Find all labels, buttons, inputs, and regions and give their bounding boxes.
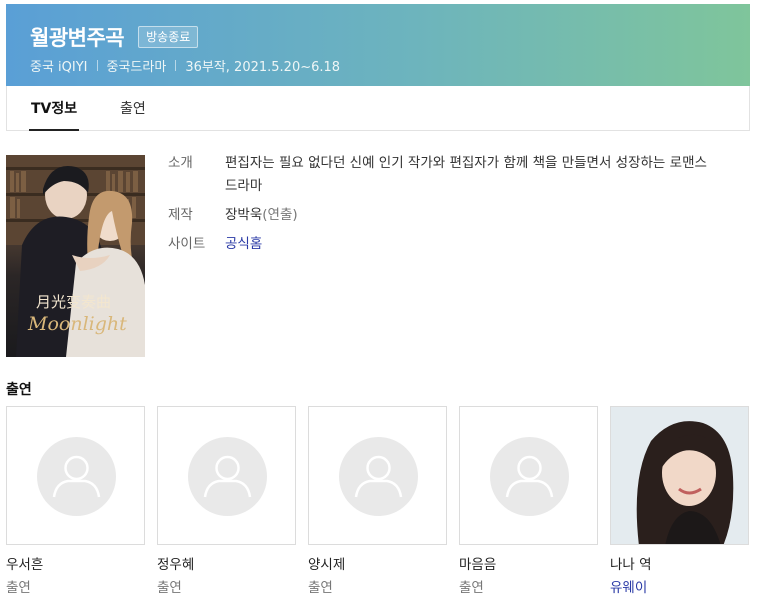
actress-portrait [611,407,748,544]
synopsis-text: 편집자는 필요 없다던 신예 인기 작가와 편집자가 함께 책을 만들면서 성장… [225,155,707,194]
title-row: 월광변주곡 방송종료 [30,22,199,52]
production-label: 제작 [168,207,193,223]
meta-genre: 중국드라마 [106,60,167,75]
tab-bar: TV정보 출연 [6,86,750,131]
production-name[interactable]: 장박욱 [225,207,262,223]
program-title: 월광변주곡 [30,26,125,50]
poster-illustration: 月光变奏曲 Moonlight [6,155,145,357]
info-site: 사이트 공식홈 [168,233,728,256]
cast-card[interactable]: 양시제 출연 [308,406,447,597]
cast-name[interactable]: 마음음 [459,557,598,574]
person-silhouette-icon [490,437,569,516]
person-silhouette-icon [37,437,116,516]
cast-name[interactable]: 양시제 [308,557,447,574]
tab-cast[interactable]: 출연 [120,86,146,130]
meta-channel: 중국 iQIYI [30,60,88,75]
avatar-placeholder[interactable] [6,406,145,545]
poster-image[interactable]: 月光变奏曲 Moonlight [6,155,145,357]
synopsis-label: 소개 [168,155,193,171]
meta-divider [96,60,98,71]
info-synopsis: 소개 편집자는 필요 없다던 신예 인기 작가와 편집자가 함께 책을 만들면서… [168,152,728,198]
avatar-placeholder[interactable] [157,406,296,545]
meta-episodes-dates: 36부작, 2021.5.20~6.18 [185,60,341,75]
meta-divider [175,60,177,71]
person-silhouette-icon [339,437,418,516]
avatar-placeholder[interactable] [459,406,598,545]
cast-card[interactable]: 우서흔 출연 [6,406,145,597]
cast-role: 출연 [157,580,182,596]
official-site-link[interactable]: 공식홈 [225,233,715,256]
program-meta: 중국 iQIYI 중국드라마 36부작, 2021.5.20~6.18 [30,56,340,75]
cast-photo[interactable] [610,406,749,545]
program-info: 소개 편집자는 필요 없다던 신예 인기 작가와 편집자가 함께 책을 만들면서… [168,152,728,262]
cast-name[interactable]: 정우혜 [157,557,296,574]
cast-name[interactable]: 우서흔 [6,557,145,574]
cast-role: 출연 [6,580,31,596]
cast-card[interactable]: 마음음 출연 [459,406,598,597]
poster-title-cn: 月光变奏曲 [36,293,111,311]
status-badge: 방송종료 [138,26,199,48]
cast-name[interactable]: 나나 역 [610,557,749,574]
production-role: (연출) [262,207,298,223]
production-value: 장박욱(연출) [225,204,715,227]
cast-card[interactable]: 나나 역 유웨이 [610,406,749,597]
cast-heading: 출연 [6,382,32,398]
program-header: 월광변주곡 방송종료 중국 iQIYI 중국드라마 36부작, 2021.5.2… [6,4,750,86]
tab-tv-info[interactable]: TV정보 [28,86,80,131]
cast-role: 출연 [308,580,333,596]
site-label: 사이트 [168,236,206,252]
poster-title-en: Moonlight [27,313,127,335]
cast-card[interactable]: 정우혜 출연 [157,406,296,597]
cast-role: 출연 [459,580,484,596]
avatar-placeholder[interactable] [308,406,447,545]
info-production: 제작 장박욱(연출) [168,204,728,227]
person-silhouette-icon [188,437,267,516]
cast-actor-link[interactable]: 유웨이 [610,580,749,597]
